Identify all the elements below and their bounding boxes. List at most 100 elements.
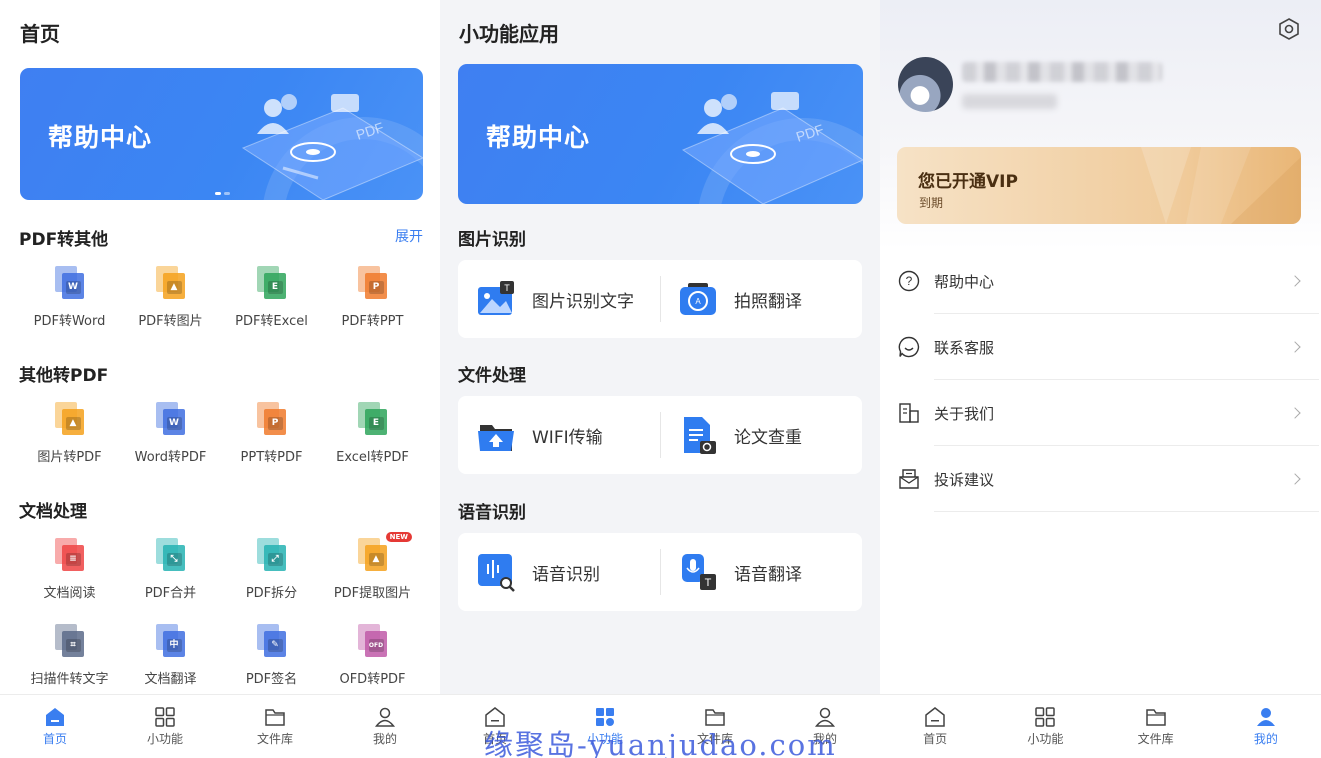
section-title-other-to-pdf: 其他转PDF (19, 366, 109, 386)
menu-item-customer-service[interactable]: 联系客服 (880, 314, 1321, 380)
tool-label: PPT转PDF (240, 450, 303, 465)
tool-excel-to-pdf[interactable]: E Excel转PDF (322, 402, 423, 465)
tool-pdf-to-word[interactable]: W PDF转Word (19, 266, 120, 329)
card-label: 语音识别 (532, 564, 600, 585)
tool-label: PDF转图片 (138, 314, 203, 329)
tab-home[interactable]: 首页 (880, 695, 990, 758)
username-blurred (962, 62, 1162, 82)
voice-recognition-button[interactable]: 语音识别 (458, 533, 660, 611)
doc-processing-grid-row1: ≡ 文档阅读 ⤡ PDF合并 ⤢ PDF拆分 ▲ NEW PDF提取图片 (0, 532, 440, 601)
expand-link[interactable]: 展开 (395, 226, 423, 246)
about-icon (899, 403, 919, 423)
paper-check-button[interactable]: 论文查重 (660, 396, 862, 474)
settings-menu: ? 帮助中心 联系客服 关于我们 投诉建议 (880, 248, 1321, 512)
tool-label: PDF拆分 (245, 586, 298, 601)
voice-recognition-card: 语音识别 T 语音翻译 (458, 533, 862, 611)
customer-service-icon (898, 336, 920, 358)
bottom-tab-bar: 首页 小功能 文件库 我的 (0, 694, 440, 758)
watermark-text: 缘聚岛-yuanjudao.com (484, 728, 837, 758)
file-processing-card: WIFI传输 论文查重 (458, 396, 862, 474)
tool-ofd-to-pdf[interactable]: OFD OFD转PDF (322, 624, 423, 687)
tools-screen: 小功能应用 帮助中心 PDF 图片识别 T 图片识别文字 A 拍照翻译 文件处理… (440, 0, 880, 758)
menu-item-feedback[interactable]: 投诉建议 (880, 446, 1321, 512)
help-center-banner[interactable]: 帮助中心 PDF (20, 68, 423, 200)
chevron-right-icon (1289, 407, 1301, 419)
tool-pdf-to-ppt[interactable]: P PDF转PPT (322, 266, 423, 329)
help-icon: ? (898, 270, 920, 292)
tab-label: 文件库 (256, 732, 293, 746)
tab-files[interactable]: 文件库 (1101, 695, 1211, 758)
settings-icon[interactable] (1278, 18, 1300, 40)
menu-label: 联系客服 (934, 338, 995, 357)
tab-files[interactable]: 文件库 (220, 695, 330, 758)
wifi-transfer-button[interactable]: WIFI传输 (458, 396, 660, 474)
apps-tab-icon (1034, 706, 1056, 728)
banner-illustration: PDF (241, 94, 423, 200)
tool-pdf-split[interactable]: ⤢ PDF拆分 (221, 538, 322, 601)
tool-ppt-to-pdf[interactable]: P PPT转PDF (221, 402, 322, 465)
vip-card[interactable]: 您已开通VIP 到期 (897, 147, 1301, 224)
tab-label: 首页 (923, 732, 948, 746)
photo-translate-icon: A (680, 283, 716, 315)
banner-title: 帮助中心 (486, 123, 591, 152)
help-center-banner[interactable]: 帮助中心 PDF (458, 64, 863, 204)
photo-translate-button[interactable]: A 拍照翻译 (660, 260, 862, 338)
svg-text:T: T (705, 577, 712, 589)
user-id-blurred (962, 94, 1057, 109)
menu-item-help[interactable]: ? 帮助中心 (880, 248, 1321, 314)
menu-label: 投诉建议 (934, 470, 995, 489)
pdf-split-icon: ⤢ (256, 538, 287, 572)
tool-doc-translate[interactable]: 中文档翻译 (120, 624, 221, 687)
tool-word-to-pdf[interactable]: W Word转PDF (120, 402, 221, 465)
word-to-pdf-icon: W (155, 402, 186, 436)
menu-item-about[interactable]: 关于我们 (880, 380, 1321, 446)
tab-tools[interactable]: 小功能 (990, 695, 1100, 758)
tool-pdf-extract-image[interactable]: ▲ NEW PDF提取图片 (322, 532, 423, 601)
card-label: 拍照翻译 (734, 291, 802, 312)
carousel-dots[interactable] (215, 192, 230, 195)
voice-recognition-icon (478, 554, 515, 592)
tool-label: 扫描件转文字 (30, 672, 109, 687)
tab-mine[interactable]: 我的 (1211, 695, 1321, 758)
user-tab-icon (374, 706, 396, 728)
tool-pdf-to-excel[interactable]: E PDF转Excel (221, 266, 322, 329)
tab-label: 我的 (1253, 732, 1278, 746)
image-to-pdf-icon: ▲ (54, 402, 85, 436)
tab-mine[interactable]: 我的 (330, 695, 440, 758)
doc-processing-grid-row2: ⌗ 扫描件转文字中文档翻译 ✎ PDF签名 OFD OFD转PDF (0, 624, 440, 687)
tool-label: PDF签名 (245, 672, 298, 687)
tab-label: 我的 (372, 732, 397, 746)
chevron-right-icon (1289, 275, 1301, 287)
pdf-extract-image-icon: ▲ (357, 538, 388, 572)
card-label: 语音翻译 (734, 564, 802, 585)
image-ocr-button[interactable]: T 图片识别文字 (458, 260, 660, 338)
chevron-right-icon (1289, 341, 1301, 353)
svg-text:?: ? (906, 274, 913, 288)
tool-image-to-pdf[interactable]: ▲ 图片转PDF (19, 402, 120, 465)
tool-label: PDF提取图片 (333, 586, 412, 601)
tool-pdf-to-image[interactable]: ▲ PDF转图片 (120, 266, 221, 329)
voice-translate-button[interactable]: T 语音翻译 (660, 533, 862, 611)
tool-scan-to-text[interactable]: ⌗ 扫描件转文字 (19, 624, 120, 687)
page-title: 首页 (20, 22, 60, 46)
tab-home[interactable]: 首页 (0, 695, 110, 758)
section-title-voice-recognition: 语音识别 (458, 503, 526, 523)
pdf-sign-icon: ✎ (256, 624, 287, 658)
tool-pdf-sign[interactable]: ✎ PDF签名 (221, 624, 322, 687)
tool-doc-read[interactable]: ≡ 文档阅读 (19, 538, 120, 601)
paper-check-icon (684, 417, 716, 454)
new-badge: NEW (385, 532, 412, 542)
avatar[interactable] (898, 57, 953, 112)
tab-label: 小功能 (146, 732, 183, 746)
tab-tools[interactable]: 小功能 (110, 695, 220, 758)
tab-label: 首页 (42, 732, 67, 746)
image-recognition-card: T 图片识别文字 A 拍照翻译 (458, 260, 862, 338)
wifi-transfer-icon (478, 425, 514, 451)
tool-pdf-merge[interactable]: ⤡ PDF合并 (120, 538, 221, 601)
pdf-to-ppt-icon: P (357, 266, 388, 300)
apps-tab-icon (154, 706, 176, 728)
folder-tab-icon (264, 706, 286, 728)
tab-label: 文件库 (1137, 732, 1174, 746)
scan-to-text-icon: ⌗ (54, 624, 85, 658)
pdf-to-word-icon: W (54, 266, 85, 300)
